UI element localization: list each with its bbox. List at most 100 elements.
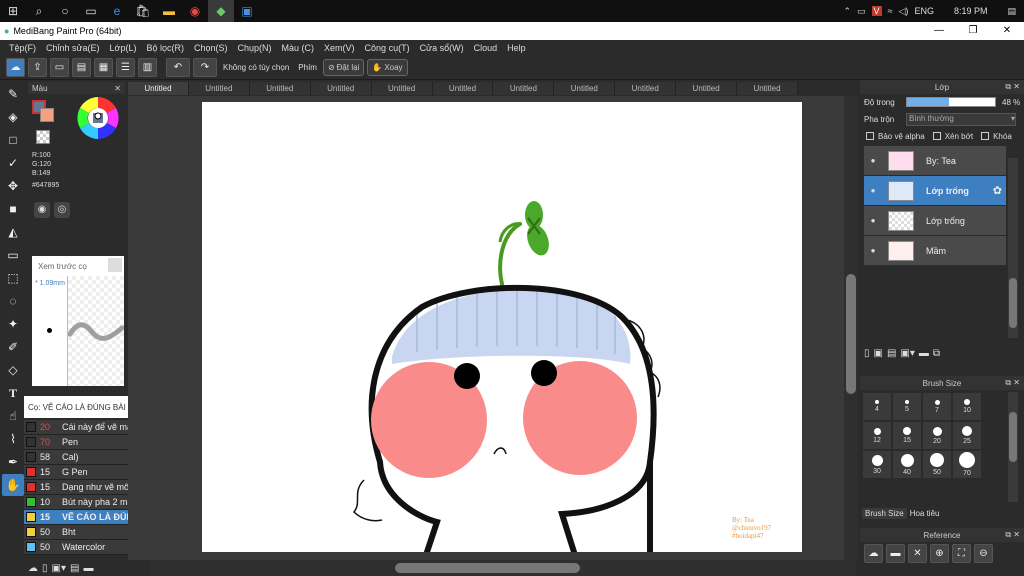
brush-size-option[interactable]: 50 — [922, 450, 952, 479]
visibility-icon[interactable]: ● — [864, 246, 882, 255]
chevron-up-icon[interactable]: ⌃ — [843, 6, 851, 17]
brush-size-option[interactable]: 20 — [922, 421, 952, 450]
brush-list-item[interactable]: 20 Cái này để vẽ mẫu — [24, 420, 136, 435]
brush-size-close-icon[interactable]: ⧉ ✕ — [1005, 378, 1020, 388]
hand-tool-icon[interactable]: ✋ — [2, 474, 24, 496]
visibility-icon[interactable]: ● — [864, 216, 882, 225]
battery-icon[interactable]: ▭ — [857, 6, 866, 17]
layer-row[interactable]: ● Lớp trống ✿ — [864, 176, 1006, 206]
fit-icon[interactable]: ⛶ — [952, 544, 971, 563]
horizontal-scroll-thumb[interactable] — [395, 563, 580, 573]
brush-list-item[interactable]: 15 VẼ CÁO LÀ ĐÚNG — [24, 510, 136, 525]
menu-view[interactable]: Xem(V) — [319, 43, 360, 53]
comment-icon[interactable]: ▭ — [50, 58, 69, 77]
menu-filter[interactable]: Bộ lọc(R) — [141, 43, 189, 53]
secondary-color-swatch[interactable] — [40, 108, 54, 122]
menu-select[interactable]: Chọn(S) — [189, 43, 233, 53]
tab-texture[interactable]: Hoa tiêu — [906, 508, 943, 519]
brush-size-option[interactable]: 15 — [892, 421, 922, 450]
brush-size-option[interactable]: 30 — [862, 450, 892, 479]
brush-preview-close[interactable] — [108, 258, 122, 272]
brush-cloud-icon[interactable]: ☁ — [28, 563, 38, 574]
layer-scroll-thumb[interactable] — [1009, 278, 1017, 328]
canvas-area[interactable]: By: Tea @chieuvo197 #boidapl47 — [128, 96, 858, 560]
fill-rect-tool-icon[interactable]: ■ — [2, 198, 24, 220]
brush-list-item[interactable]: 15 G Pen — [24, 465, 136, 480]
vertical-scroll-thumb[interactable] — [846, 274, 856, 394]
page-icon[interactable]: ▦ — [94, 58, 113, 77]
layer-panel-close-icon[interactable]: ⧉ ✕ — [1005, 82, 1020, 92]
visibility-icon[interactable]: ● — [864, 156, 882, 165]
reset-button[interactable]: ⊘ Đặt lại — [322, 59, 365, 76]
menu-window[interactable]: Cửa sổ(W) — [415, 43, 469, 53]
brush-size-option[interactable]: 40 — [892, 450, 922, 479]
layer-row[interactable]: ● Mầm — [864, 236, 1006, 266]
text-tool-icon[interactable]: T — [2, 382, 24, 404]
brush-size-option[interactable]: 7 — [922, 392, 952, 421]
tab-untitled[interactable]: Untitled — [554, 82, 616, 95]
brush-list-item[interactable]: 15 Dạng như vẽ môi — [24, 480, 136, 495]
reference-cloud-icon[interactable]: ☁ — [864, 544, 883, 563]
undo-icon[interactable]: ↶ — [166, 58, 190, 77]
move-tool-icon[interactable]: ✥ — [2, 175, 24, 197]
opacity-slider[interactable] — [906, 97, 996, 107]
windows-start-icon[interactable]: ⊞ — [0, 0, 26, 22]
brush-size-option[interactable]: 10 — [952, 392, 982, 421]
menu-cloud[interactable]: Cloud — [469, 43, 503, 53]
canvas-horizontal-scrollbar[interactable] — [150, 560, 856, 576]
reference-close-icon[interactable]: ⧉ ✕ — [1005, 530, 1020, 540]
brush-list-item[interactable]: 50 Watercolor — [24, 540, 136, 555]
protect-alpha-checkbox[interactable] — [866, 132, 874, 140]
clock[interactable]: 8:19 PM — [954, 6, 988, 16]
add-layer-dropdown-icon[interactable]: ▣▾ — [900, 348, 914, 359]
brush-new-icon[interactable]: ▯ — [42, 563, 48, 574]
menu-layer[interactable]: Lớp(L) — [105, 43, 142, 53]
tab-brush-size[interactable]: Brush Size — [862, 508, 907, 519]
panel-close-icon[interactable]: ✕ — [114, 84, 121, 93]
lock-checkbox[interactable] — [981, 132, 990, 140]
layer-row[interactable]: ● Lớp trống — [864, 206, 1006, 236]
brush-size-option[interactable]: 4 — [862, 392, 892, 421]
canvas-vertical-scrollbar[interactable] — [844, 96, 858, 560]
photo-app-icon[interactable]: ▣ — [234, 0, 260, 22]
minimize-icon[interactable]: — — [922, 22, 956, 40]
layer-folder-icon[interactable]: ▬ — [919, 348, 929, 359]
brush-size-option[interactable]: 12 — [862, 421, 892, 450]
tab-untitled[interactable]: Untitled — [737, 82, 798, 95]
chat-icon[interactable]: ▤ — [72, 58, 91, 77]
drawing-canvas[interactable]: By: Tea @chieuvo197 #boidapl47 — [202, 102, 802, 552]
blend-mode-select[interactable]: Bình thường ▾ — [906, 112, 1016, 126]
eraser-tool-icon[interactable]: ◈ — [2, 106, 24, 128]
color-wheel[interactable] — [76, 96, 120, 140]
cortana-icon[interactable]: ○ — [52, 0, 78, 22]
rotate-button[interactable]: ✋ Xoay — [367, 59, 408, 76]
visibility-icon[interactable]: ● — [864, 186, 882, 195]
menu-capture[interactable]: Chụp(N) — [233, 43, 277, 53]
select-pen-tool-icon[interactable]: ✐ — [2, 336, 24, 358]
layer-panel-scrollbar[interactable] — [1008, 158, 1018, 338]
volume-icon[interactable]: ◁) — [899, 6, 909, 17]
tab-untitled[interactable]: Untitled — [371, 82, 433, 95]
wifi-icon[interactable]: ≈ — [888, 6, 893, 16]
language-indicator[interactable]: ENG — [914, 6, 934, 16]
new-layer-icon[interactable]: ▯ — [864, 348, 870, 359]
menu-help[interactable]: Help — [502, 43, 531, 53]
redo-icon[interactable]: ↷ — [193, 58, 217, 77]
tab-untitled[interactable]: Untitled — [128, 82, 189, 95]
zoom-in-icon[interactable]: ⊕ — [930, 544, 949, 563]
magic-wand-tool-icon[interactable]: ✦ — [2, 313, 24, 335]
edge-icon[interactable]: e — [104, 0, 130, 22]
brush-size-option[interactable]: 5 — [892, 392, 922, 421]
close-icon[interactable]: ✕ — [990, 22, 1024, 40]
menu-file[interactable]: Tệp(F) — [4, 43, 41, 53]
tab-untitled[interactable]: Untitled — [676, 82, 738, 95]
reference-open-icon[interactable]: ▬ — [886, 544, 905, 563]
cloud-icon[interactable]: ☁ — [6, 58, 25, 77]
store-icon[interactable]: 🛍 — [130, 0, 156, 22]
brush-list-item[interactable]: 70 Pen — [24, 435, 136, 450]
brush-size-option[interactable]: 25 — [952, 421, 982, 450]
brush-list-item[interactable]: 58 Cal) — [24, 450, 136, 465]
tab-untitled[interactable]: Untitled — [493, 82, 555, 95]
brush-delete-icon[interactable]: ▤ — [70, 563, 79, 574]
new-8bit-layer-icon[interactable]: ▤ — [887, 348, 896, 359]
